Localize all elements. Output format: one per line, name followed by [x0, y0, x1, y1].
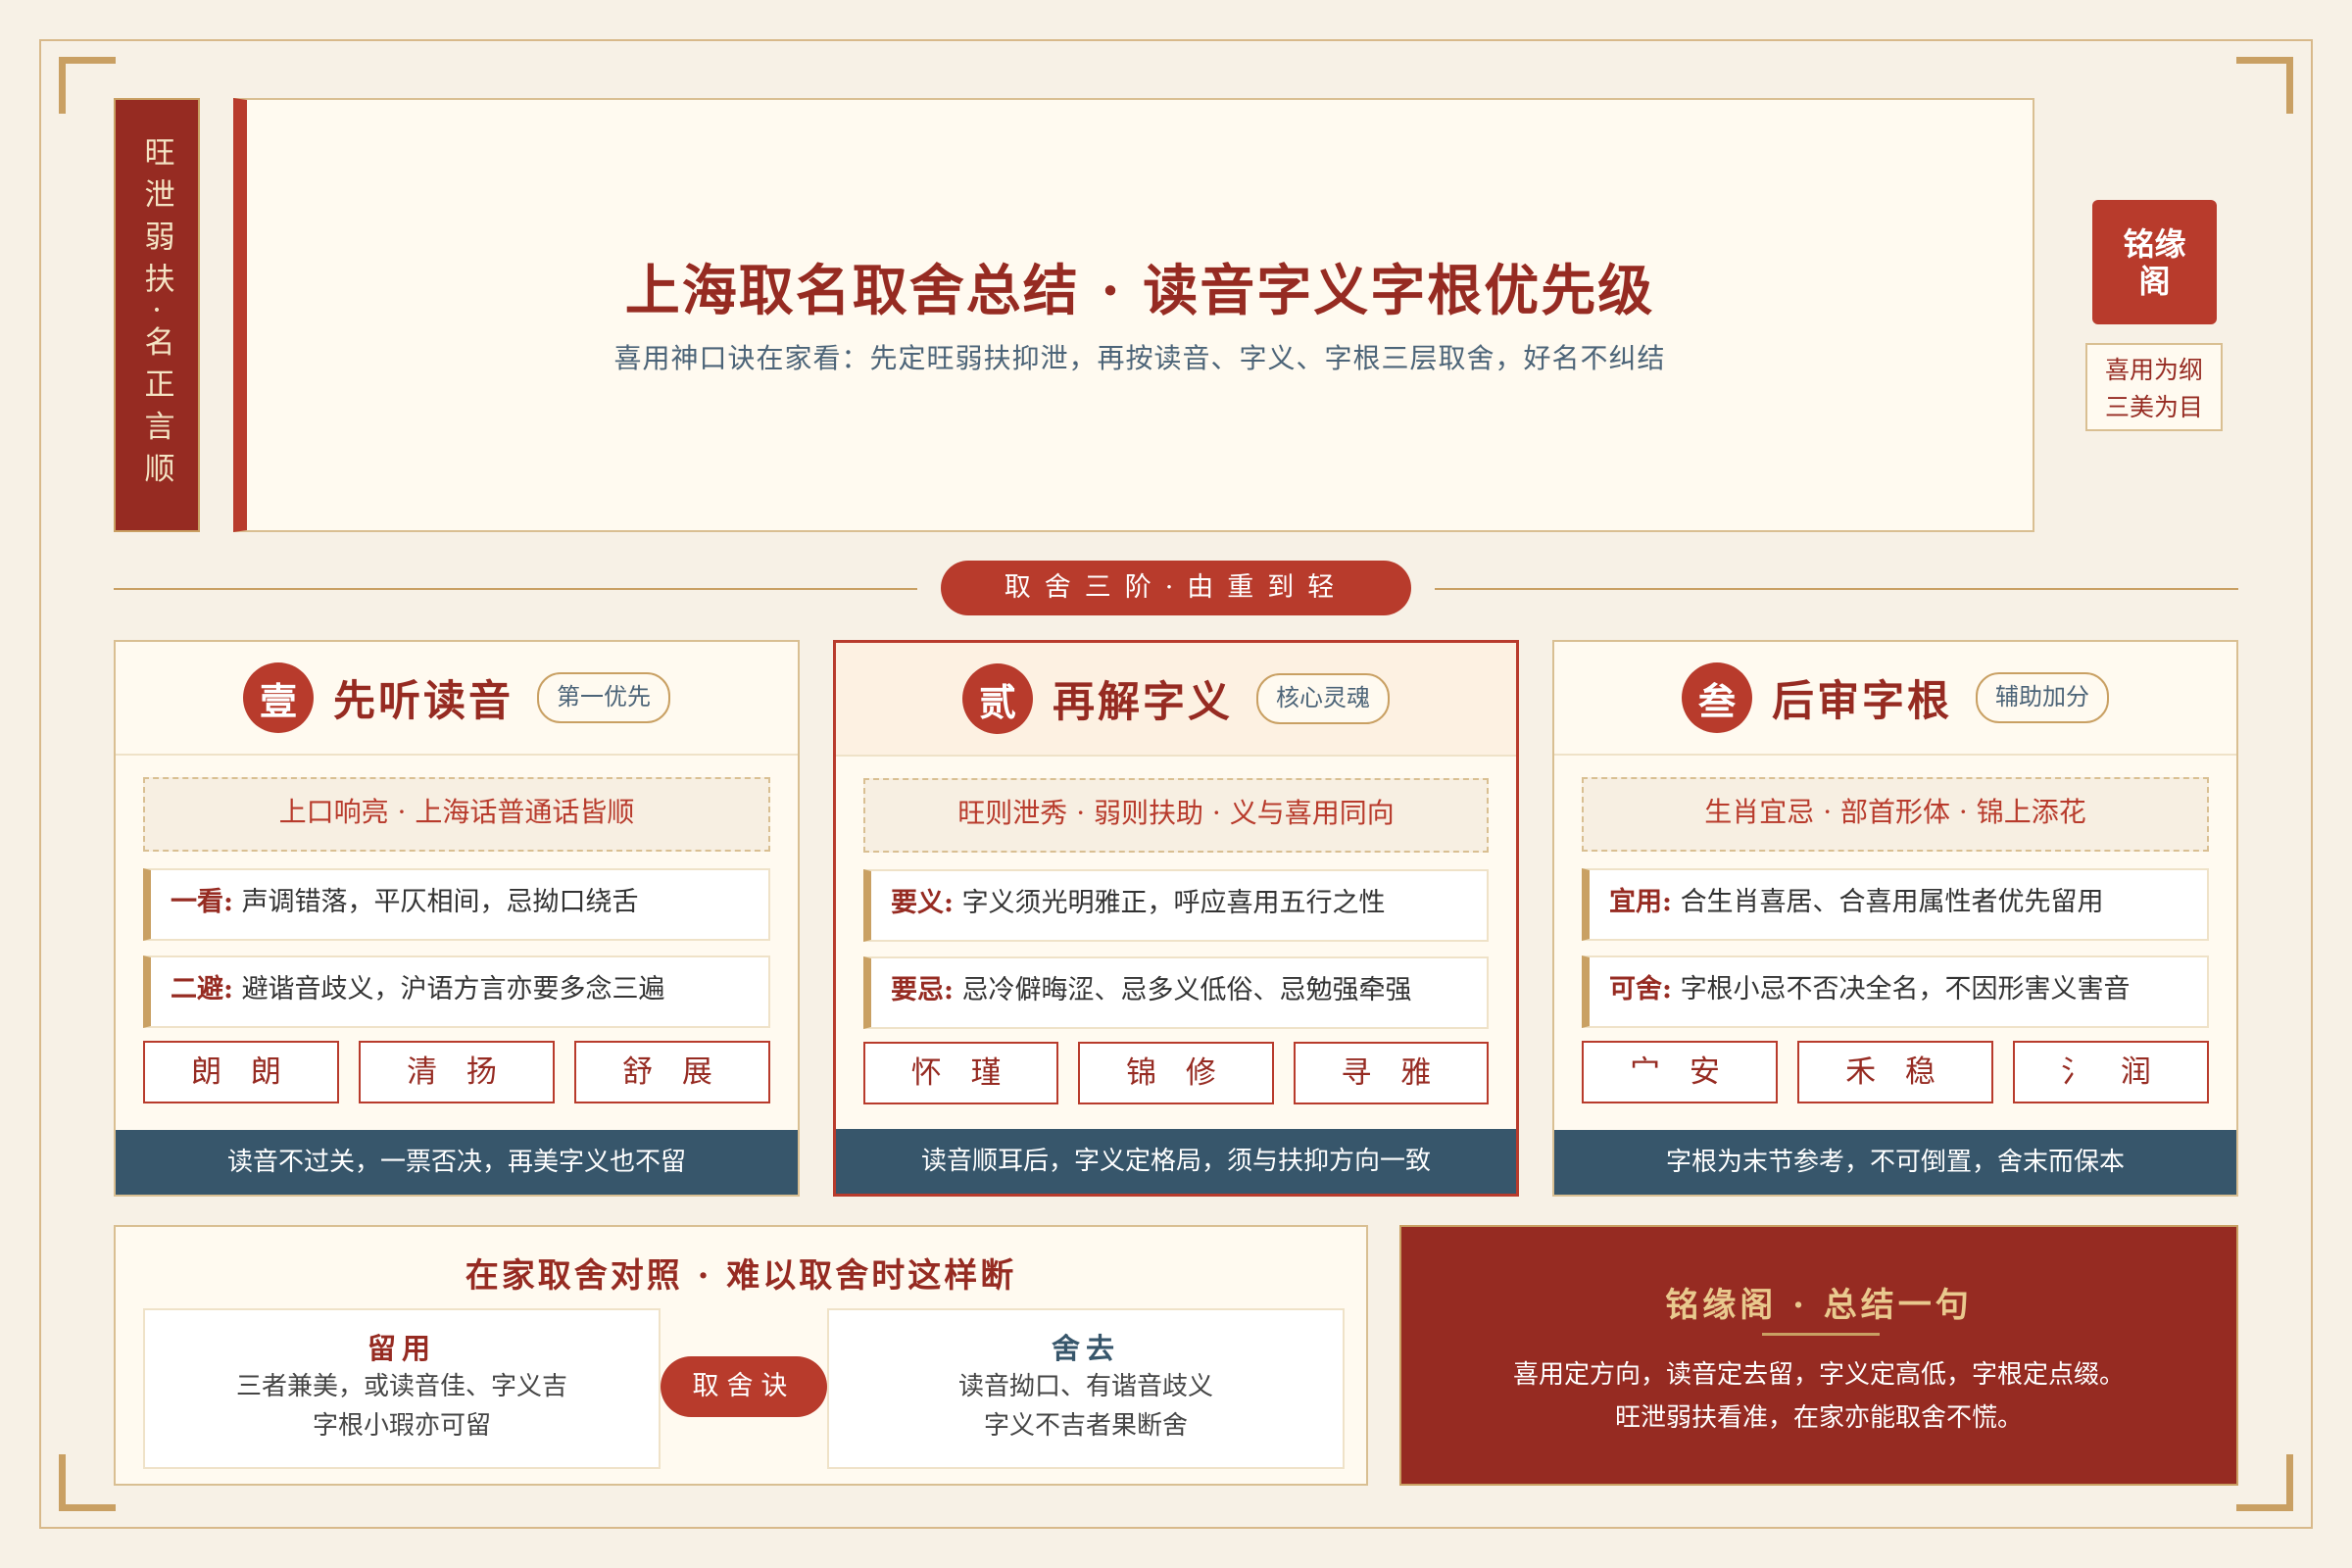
example-chars: 怀 瑾 锦 修 寻 雅	[863, 1042, 1489, 1104]
card-reading: 壹 先听读音 第一优先 上口响亮 · 上海话普通话皆顺 一看: 声调错落，平仄相…	[114, 640, 800, 1197]
rule-text: 字根小忌不否决全名，不因形害义害音	[1680, 974, 2131, 1004]
card-footer: 字根为末节参考，不可倒置，舍末而保本	[1554, 1130, 2236, 1195]
corner-ornament-bottom-right	[2236, 1454, 2293, 1511]
vertical-banner-text: 旺泄弱扶·名正言顺	[138, 135, 174, 495]
example-char-chip: 氵 润	[2013, 1041, 2209, 1103]
card-footer: 读音不过关，一票否决，再美字义也不留	[116, 1130, 798, 1195]
compare-panel: 在家取舍对照 · 难以取舍时这样断 留用 三者兼美，或读音佳、字义吉 字根小瑕亦…	[114, 1225, 1368, 1486]
seal-motto: 喜用为纲 三美为目	[2085, 343, 2223, 431]
brand-seal-text: 铭缘阁	[2123, 224, 2186, 300]
card-rule: 一看: 声调错落，平仄相间，忌拗口绕舌	[143, 868, 770, 941]
example-char-chip: 清 扬	[359, 1041, 555, 1103]
card-header: 贰 再解字义 核心灵魂	[836, 643, 1516, 757]
card-rule: 要义: 字义须光明雅正，呼应喜用五行之性	[863, 869, 1489, 942]
example-char-chip: 寻 雅	[1293, 1042, 1489, 1104]
summary-line: 旺泄弱扶看准，在家亦能取舍不慌。	[1614, 1403, 2023, 1433]
keep-line: 字根小瑕亦可留	[312, 1411, 491, 1441]
vertical-banner: 旺泄弱扶·名正言顺	[114, 98, 200, 532]
summary-panel: 铭缘阁 · 总结一句 喜用定方向，读音定去留，字义定高低，字根定点缀。 旺泄弱扶…	[1399, 1225, 2238, 1486]
example-chars: 宀 安 禾 稳 氵 润	[1582, 1041, 2209, 1103]
example-char-chip: 朗 朗	[143, 1041, 339, 1103]
page-title: 上海取名取舍总结 · 读音字义字根优先级	[624, 259, 1655, 323]
card-priority-tag: 辅助加分	[1976, 672, 2109, 723]
summary-underline	[1762, 1333, 1880, 1336]
compare-title: 在家取舍对照 · 难以取舍时这样断	[465, 1256, 1017, 1296]
card-priority-tag: 第一优先	[537, 672, 670, 723]
drop-box: 舍去 读音拗口、有谐音歧义 字义不吉者果断舍	[827, 1308, 1345, 1469]
key-rule-pill: 取舍诀	[661, 1356, 827, 1417]
rule-text: 合生肖喜居、合喜用属性者优先留用	[1680, 887, 2104, 917]
rule-text: 忌冷僻晦涩、忌多义低俗、忌勉强牵强	[961, 975, 1412, 1005]
card-meaning: 贰 再解字义 核心灵魂 旺则泄秀 · 弱则扶助 · 义与喜用同向 要义: 字义须…	[833, 640, 1519, 1197]
card-priority-tag: 核心灵魂	[1256, 673, 1390, 724]
example-char-chip: 锦 修	[1078, 1042, 1274, 1104]
drop-line: 读音拗口、有谐音歧义	[957, 1372, 1213, 1401]
example-char-chip: 舒 展	[574, 1041, 770, 1103]
summary-title: 铭缘阁 · 总结一句	[1665, 1286, 1973, 1325]
page-subtitle: 喜用神口诀在家看：先定旺弱扶抑泄，再按读音、字义、字根三层取舍，好名不纠结	[613, 342, 1666, 374]
card-radical: 叁 后审字根 辅助加分 生肖宜忌 · 部首形体 · 锦上添花 宜用: 合生肖喜居…	[1552, 640, 2238, 1197]
keep-box: 留用 三者兼美，或读音佳、字义吉 字根小瑕亦可留	[143, 1308, 661, 1469]
example-char-chip: 怀 瑾	[863, 1042, 1059, 1104]
rule-key: 一看:	[171, 887, 233, 917]
corner-ornament-top-right	[2236, 57, 2293, 114]
divider-line-right	[1435, 588, 2238, 590]
keep-title: 留用	[367, 1332, 436, 1365]
rule-key: 要忌:	[891, 975, 954, 1005]
rule-key: 可舍:	[1609, 974, 1672, 1004]
card-title: 后审字根	[1772, 677, 1952, 726]
corner-ornament-bottom-left	[59, 1454, 116, 1511]
example-char-chip: 禾 稳	[1797, 1041, 1993, 1103]
card-number-badge: 叁	[1682, 662, 1752, 733]
card-motto: 上口响亮 · 上海话普通话皆顺	[143, 777, 770, 852]
card-number-badge: 贰	[962, 663, 1033, 734]
card-rule: 宜用: 合生肖喜居、合喜用属性者优先留用	[1582, 868, 2209, 941]
seal-motto-line2: 三美为目	[2104, 393, 2203, 421]
card-rule: 可舍: 字根小忌不否决全名，不因形害义害音	[1582, 956, 2209, 1028]
header-panel: 上海取名取舍总结 · 读音字义字根优先级 喜用神口诀在家看：先定旺弱扶抑泄，再按…	[233, 98, 2034, 532]
drop-line: 字义不吉者果断舍	[983, 1411, 1188, 1441]
example-chars: 朗 朗 清 扬 舒 展	[143, 1041, 770, 1103]
corner-ornament-top-left	[59, 57, 116, 114]
rule-key: 二避:	[171, 974, 233, 1004]
card-rule: 要忌: 忌冷僻晦涩、忌多义低俗、忌勉强牵强	[863, 956, 1489, 1029]
card-motto: 生肖宜忌 · 部首形体 · 锦上添花	[1582, 777, 2209, 852]
example-char-chip: 宀 安	[1582, 1041, 1778, 1103]
card-header: 叁 后审字根 辅助加分	[1554, 642, 2236, 756]
card-footer: 读音顺耳后，字义定格局，须与扶抑方向一致	[836, 1129, 1516, 1194]
keep-line: 三者兼美，或读音佳、字义吉	[235, 1372, 567, 1401]
rule-text: 声调错落，平仄相间，忌拗口绕舌	[241, 887, 639, 917]
brand-seal: 铭缘阁	[2092, 200, 2217, 324]
card-motto: 旺则泄秀 · 弱则扶助 · 义与喜用同向	[863, 778, 1489, 853]
section-divider-label: 取舍三阶·由重到轻	[941, 561, 1411, 615]
summary-line: 喜用定方向，读音定去留，字义定高低，字根定点缀。	[1512, 1360, 2125, 1390]
seal-motto-line1: 喜用为纲	[2104, 356, 2203, 384]
card-title: 再解字义	[1053, 678, 1233, 727]
card-title: 先听读音	[333, 677, 514, 726]
rule-text: 避谐音歧义，沪语方言亦要多念三遍	[241, 974, 665, 1004]
rule-key: 宜用:	[1609, 887, 1672, 917]
divider-line-left	[114, 588, 917, 590]
rule-text: 字义须光明雅正，呼应喜用五行之性	[961, 888, 1386, 918]
card-rule: 二避: 避谐音歧义，沪语方言亦要多念三遍	[143, 956, 770, 1028]
card-header: 壹 先听读音 第一优先	[116, 642, 798, 756]
drop-title: 舍去	[1051, 1332, 1120, 1365]
card-number-badge: 壹	[243, 662, 314, 733]
rule-key: 要义:	[891, 888, 954, 918]
